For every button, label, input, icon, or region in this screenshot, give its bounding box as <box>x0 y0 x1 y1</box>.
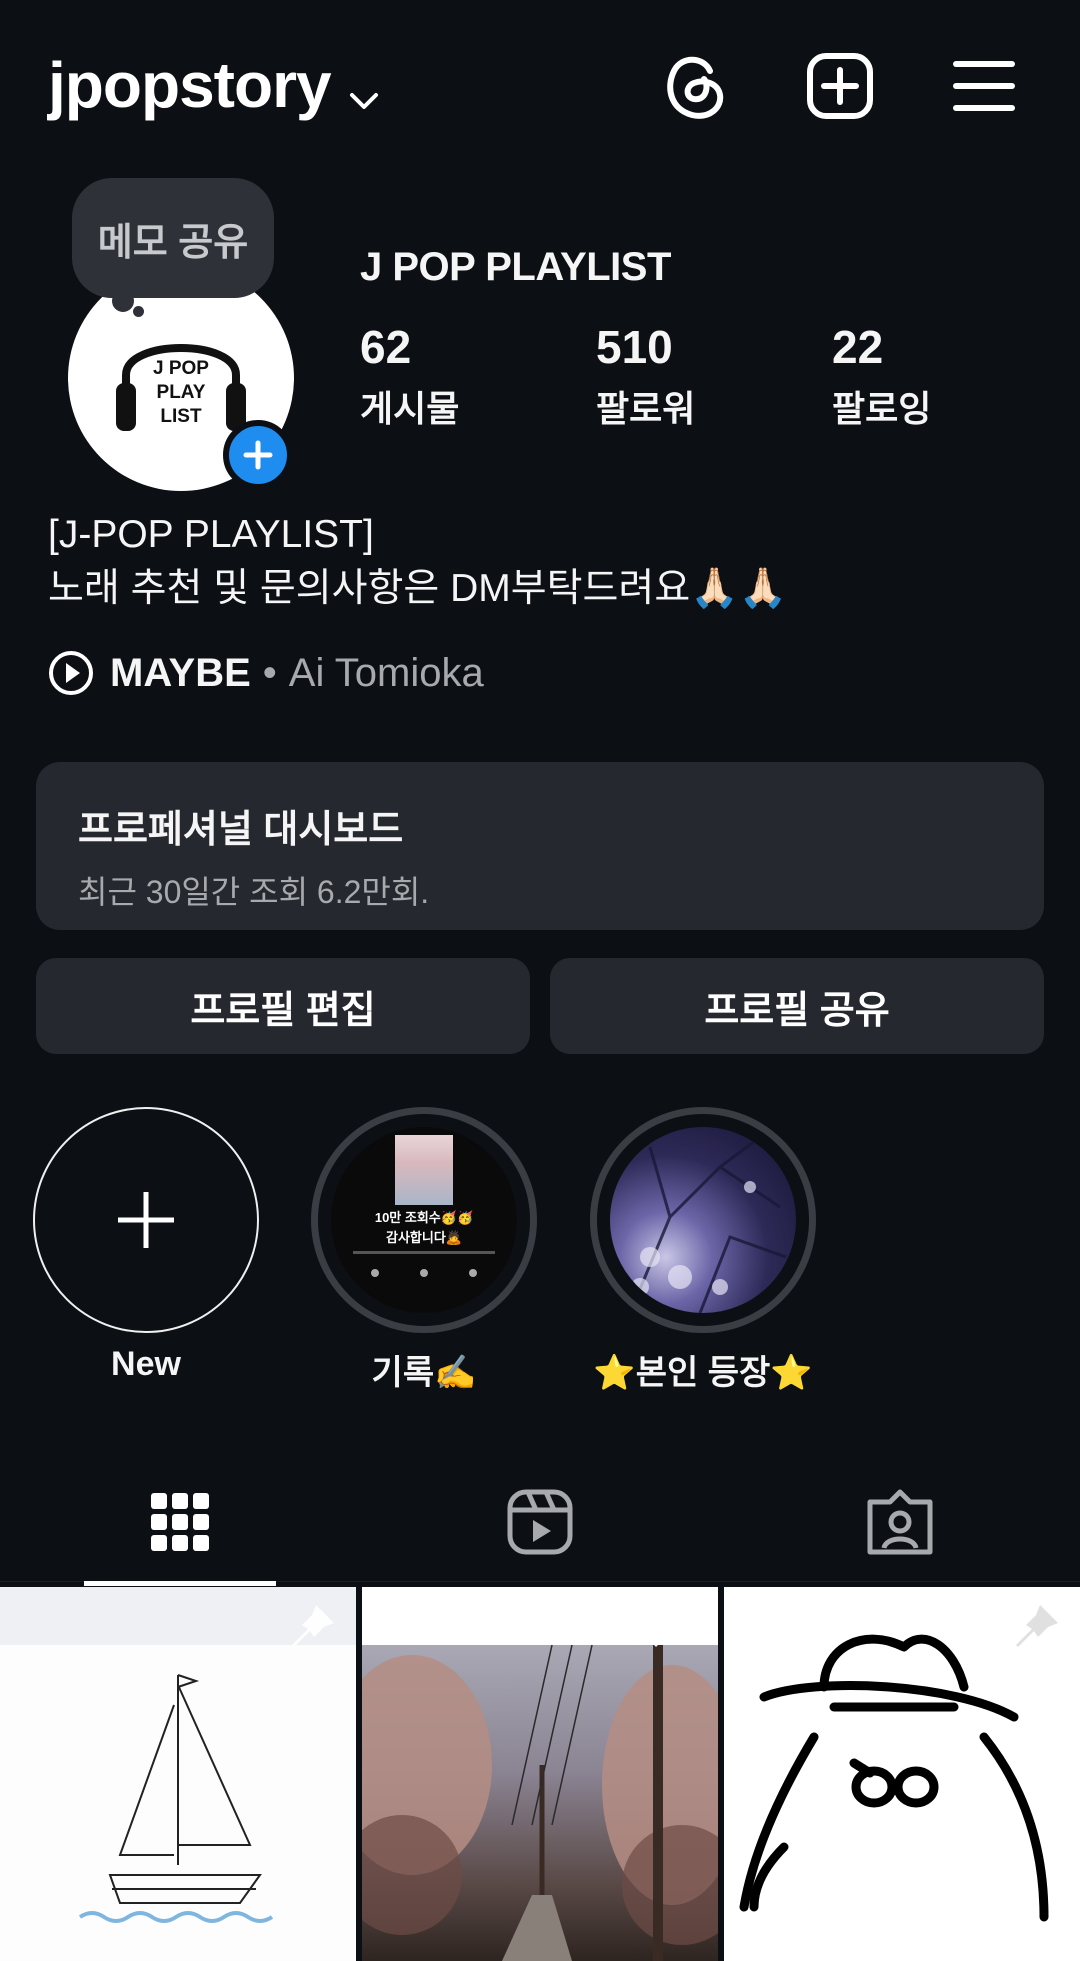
share-profile-button[interactable]: 프로필 공유 <box>550 958 1044 1054</box>
highlight-ring <box>590 1107 816 1333</box>
profile-tabs <box>0 1462 1080 1586</box>
create-post-icon[interactable] <box>804 50 876 122</box>
highlight-ring: 10만 조회수🥳🥳 감사합니다🙇 <box>311 1107 537 1333</box>
pin-icon <box>1016 1605 1058 1647</box>
active-tab-indicator <box>84 1581 276 1586</box>
display-name: J POP PLAYLIST <box>360 245 671 289</box>
edit-profile-button[interactable]: 프로필 편집 <box>36 958 530 1054</box>
stat-posts[interactable]: 62 게시물 <box>360 320 459 432</box>
tab-reels[interactable] <box>360 1462 720 1582</box>
top-bar: jpopstory <box>0 0 1080 170</box>
memo-share-bubble[interactable]: 메모 공유 <box>72 178 274 298</box>
chevron-down-icon <box>349 52 379 126</box>
dashboard-subtitle: 최근 30일간 조회 6.2만회. <box>78 874 430 910</box>
memo-bubble-tail-small <box>133 306 144 317</box>
thumb-caption-2: 감사합니다🙇 <box>386 1230 462 1245</box>
profile-music[interactable]: MAYBE • Ai Tomioka <box>48 650 484 696</box>
stat-following-label: 팔로잉 <box>832 388 932 429</box>
new-highlight-circle <box>33 1107 259 1333</box>
music-artist: Ai Tomioka <box>288 650 484 695</box>
bio-line-1: [J-POP PLAYLIST] <box>48 513 374 556</box>
tab-grid[interactable] <box>0 1462 360 1586</box>
account-switcher[interactable]: jpopstory <box>48 44 379 126</box>
music-separator: • <box>262 650 277 695</box>
threads-icon[interactable] <box>660 50 732 122</box>
highlight-self[interactable]: ⭐본인 등장⭐ <box>590 1107 816 1394</box>
pin-icon <box>654 1605 696 1647</box>
post-thumbnail[interactable] <box>724 1587 1080 1961</box>
profile-bio: [J-POP PLAYLIST] 노래 추천 및 문의사항은 DM부탁드려요🙏🏻… <box>48 508 787 616</box>
username: jpopstory <box>48 49 332 121</box>
stat-following[interactable]: 22 팔로잉 <box>832 320 931 432</box>
stat-followers[interactable]: 510 팔로워 <box>596 320 695 432</box>
highlight-thumbnail: 10만 조회수🥳🥳 감사합니다🙇 <box>331 1127 517 1313</box>
profile-avatar[interactable]: J POP PLAY LIST <box>68 265 294 491</box>
grid-icon <box>151 1493 209 1551</box>
highlight-label: 기록✍️ <box>371 1354 477 1392</box>
plus-icon <box>243 440 273 470</box>
reels-icon <box>507 1489 573 1555</box>
thumb-caption-1: 10만 조회수🥳🥳 <box>374 1210 474 1225</box>
stat-following-value: 22 <box>832 321 884 373</box>
stat-posts-label: 게시물 <box>360 388 460 429</box>
highlight-label: New <box>111 1345 181 1383</box>
memo-share-label: 메모 공유 <box>97 221 249 264</box>
professional-dashboard[interactable]: 프로페셔널 대시보드 최근 30일간 조회 6.2만회. <box>36 762 1044 930</box>
dashboard-title: 프로페셔널 대시보드 <box>78 809 404 851</box>
avatar-logo-text: J POP PLAY LIST <box>153 358 209 427</box>
highlight-label: ⭐본인 등장⭐ <box>593 1354 813 1392</box>
memo-bubble-tail <box>112 290 134 312</box>
highlight-new[interactable]: New <box>33 1107 259 1384</box>
tagged-icon <box>867 1489 933 1555</box>
pin-icon <box>292 1605 334 1647</box>
post-thumbnail[interactable] <box>0 1587 356 1961</box>
add-story-button[interactable] <box>223 420 293 490</box>
cherry-blossom-road-photo-icon <box>362 1645 718 1961</box>
music-title: MAYBE <box>110 650 251 695</box>
stat-posts-value: 62 <box>360 321 412 373</box>
play-circle-icon <box>49 651 93 695</box>
post-thumbnail[interactable] <box>362 1587 718 1961</box>
tab-tagged[interactable] <box>720 1462 1080 1582</box>
post-grid <box>0 1587 1080 1961</box>
stat-followers-value: 510 <box>596 321 673 373</box>
sailboat-drawing-icon <box>78 1674 274 1923</box>
stat-followers-label: 팔로워 <box>596 388 696 429</box>
highlight-record[interactable]: 10만 조회수🥳🥳 감사합니다🙇 기록✍️ <box>311 1107 537 1394</box>
menu-icon[interactable] <box>948 50 1020 122</box>
bio-line-2: 노래 추천 및 문의사항은 DM부탁드려요🙏🏻🙏🏻 <box>48 567 788 610</box>
plus-icon <box>118 1192 174 1248</box>
highlight-thumbnail <box>610 1127 796 1313</box>
